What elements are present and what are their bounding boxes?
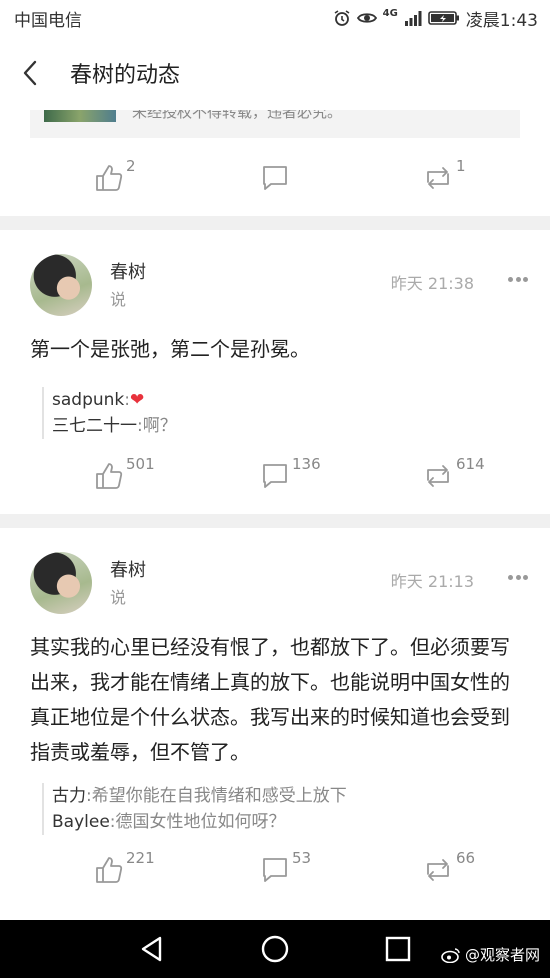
post-verb: 说 bbox=[110, 588, 127, 607]
nav-back-icon[interactable] bbox=[138, 934, 166, 964]
comment-icon bbox=[263, 464, 287, 488]
comment-icon bbox=[263, 858, 287, 882]
more-dot-icon bbox=[508, 277, 513, 282]
comment-line: sadpunk:❤ bbox=[52, 390, 145, 410]
thumbs-up-icon bbox=[96, 165, 123, 191]
back-button[interactable] bbox=[0, 36, 60, 110]
previous-post-card: 未经授权不得转载，违者必究。 2 1 bbox=[0, 110, 550, 216]
nav-home-icon[interactable] bbox=[260, 934, 290, 964]
comment-line: 古力:希望你能在自我情绪和感受上放下 bbox=[52, 786, 347, 806]
like-button[interactable]: 221 bbox=[94, 840, 155, 900]
repost-count: 614 bbox=[456, 455, 485, 473]
repost-icon bbox=[427, 465, 449, 487]
clock-label: 凌晨1:43 bbox=[465, 10, 538, 31]
eye-icon bbox=[356, 13, 377, 23]
post-actions: 501 136 614 bbox=[0, 446, 550, 506]
like-count: 221 bbox=[126, 849, 155, 867]
post-text: 其实我的心里已经没有恨了，也都放下了。但必须要写出来，我才能在情绪上真的放下。也… bbox=[30, 635, 510, 764]
repost-button[interactable]: 614 bbox=[422, 446, 485, 506]
comment-user[interactable]: 三七二十一 bbox=[52, 416, 137, 436]
like-count: 501 bbox=[126, 455, 155, 473]
post-header: 春树 说 昨天 21:13 bbox=[0, 528, 550, 614]
shared-content-text: 未经授权不得转载，违者必究。 bbox=[132, 110, 343, 121]
comment-line: Baylee:德国女性地位如何呀？ bbox=[52, 812, 286, 832]
thumbs-up-icon bbox=[96, 857, 123, 883]
battery-icon bbox=[428, 11, 459, 25]
network-type-label: 4G bbox=[382, 7, 398, 19]
comment-user[interactable]: Baylee bbox=[52, 812, 110, 832]
more-dot-icon bbox=[515, 575, 521, 580]
comment-text: 希望你能在自我情绪和感受上放下 bbox=[91, 786, 347, 806]
thumbs-up-icon bbox=[96, 463, 123, 489]
carrier-label: 中国电信 bbox=[14, 10, 82, 31]
comment-text: 啊？ bbox=[142, 416, 177, 436]
like-count: 2 bbox=[126, 157, 136, 175]
post-actions: 221 53 66 bbox=[0, 840, 550, 900]
weibo-logo-icon bbox=[441, 947, 460, 963]
post-header: 春树 说 昨天 21:38 bbox=[0, 230, 550, 316]
comment-button[interactable] bbox=[260, 148, 292, 208]
watermark: @观察者网 bbox=[441, 944, 540, 965]
more-dot-icon bbox=[515, 277, 521, 282]
nav-recents-icon[interactable] bbox=[384, 934, 412, 964]
post-verb: 说 bbox=[110, 290, 127, 309]
comment-icon bbox=[263, 166, 287, 190]
comment-count: 136 bbox=[292, 455, 321, 473]
author-name[interactable]: 春树 bbox=[110, 258, 146, 284]
repost-button[interactable]: 66 bbox=[422, 840, 475, 900]
comment-count: 53 bbox=[292, 849, 312, 867]
repost-count: 1 bbox=[456, 157, 466, 175]
heart-icon: ❤ bbox=[129, 390, 145, 410]
more-options-button[interactable] bbox=[508, 277, 528, 283]
more-options-button[interactable] bbox=[508, 575, 528, 581]
comment-button[interactable]: 53 bbox=[260, 840, 311, 900]
more-dot-icon bbox=[523, 575, 528, 580]
post-time: 昨天 21:13 bbox=[390, 572, 474, 591]
page-header: 春树的动态 bbox=[0, 36, 550, 110]
more-dot-icon bbox=[523, 277, 528, 282]
comment-preview[interactable]: sadpunk:❤ 三七二十一:啊？ bbox=[42, 387, 522, 439]
comment-user[interactable]: 古力 bbox=[52, 786, 86, 806]
more-dot-icon bbox=[508, 575, 513, 580]
comment-line: 三七二十一:啊？ bbox=[52, 416, 177, 436]
post-card: 春树 说 昨天 21:13 其实我的心里已经没有恨了，也都放下了。但必须要写出来… bbox=[0, 528, 550, 920]
author-name[interactable]: 春树 bbox=[110, 556, 146, 582]
comment-user[interactable]: sadpunk bbox=[52, 390, 124, 410]
status-bar: 中国电信 4G 凌晨1:43 bbox=[0, 0, 550, 36]
comment-preview[interactable]: 古力:希望你能在自我情绪和感受上放下 Baylee:德国女性地位如何呀？ bbox=[42, 783, 522, 835]
repost-icon bbox=[427, 859, 449, 881]
watermark-text: @观察者网 bbox=[464, 946, 540, 964]
chevron-left-icon bbox=[23, 60, 37, 86]
separator bbox=[0, 216, 550, 230]
status-icons: 4G 凌晨1:43 bbox=[333, 6, 538, 31]
shared-content-thumbnail bbox=[44, 110, 116, 122]
avatar[interactable] bbox=[30, 552, 92, 614]
shared-content-preview[interactable]: 未经授权不得转载，违者必究。 bbox=[30, 110, 520, 138]
signal-icon bbox=[404, 11, 422, 26]
previous-post-actions: 2 1 bbox=[0, 148, 550, 208]
comment-text: 德国女性地位如何呀？ bbox=[115, 812, 286, 832]
page-title: 春树的动态 bbox=[70, 63, 181, 88]
comment-button[interactable]: 136 bbox=[260, 446, 321, 506]
repost-count: 66 bbox=[456, 849, 476, 867]
post-card: 春树 说 昨天 21:38 第一个是张弛，第二个是孙冕。 sadpunk:❤ 三… bbox=[0, 230, 550, 514]
repost-icon bbox=[427, 167, 449, 189]
separator bbox=[0, 514, 550, 528]
alarm-icon bbox=[334, 10, 350, 26]
like-button[interactable]: 2 bbox=[94, 148, 136, 208]
repost-button[interactable]: 1 bbox=[422, 148, 466, 208]
post-text: 第一个是张弛，第二个是孙冕。 bbox=[30, 337, 310, 361]
like-button[interactable]: 501 bbox=[94, 446, 155, 506]
avatar[interactable] bbox=[30, 254, 92, 316]
post-time: 昨天 21:38 bbox=[390, 274, 474, 293]
